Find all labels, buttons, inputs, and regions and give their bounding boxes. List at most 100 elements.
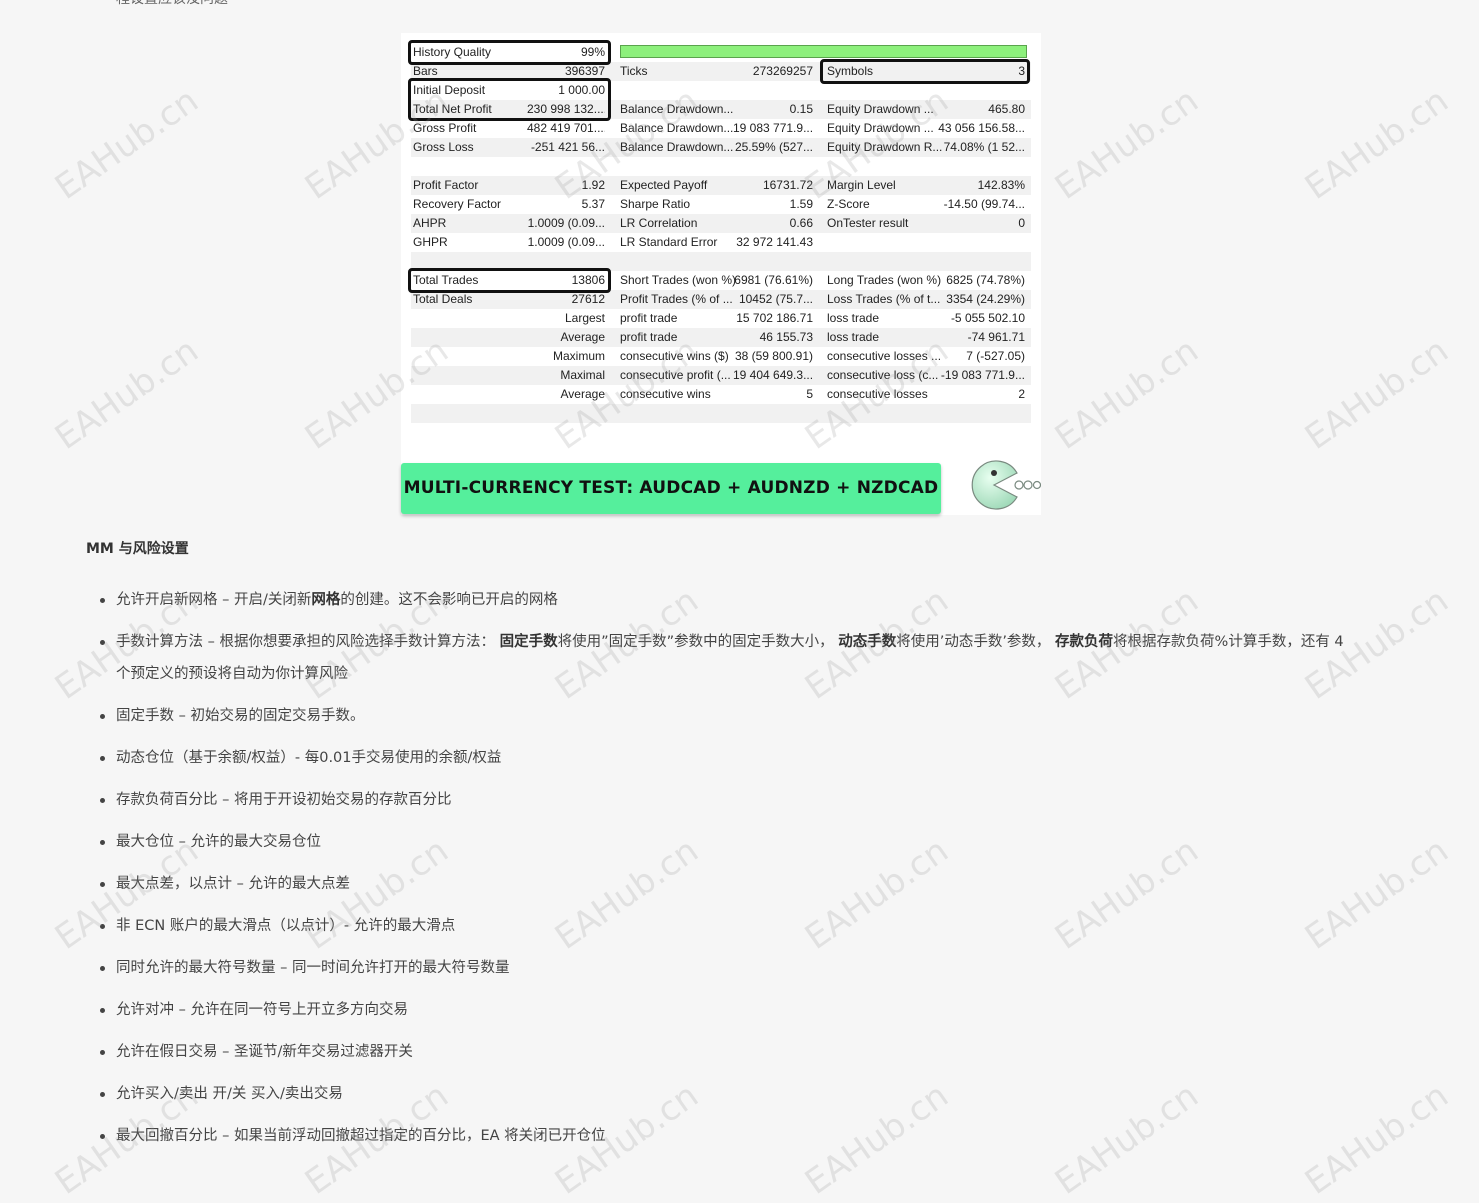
report-cell: 19 404 649.3...	[733, 368, 813, 382]
report-cell: Equity Drawdown R...	[827, 140, 943, 154]
bullet-dot-icon	[100, 924, 105, 929]
list-item-text: 将使用”固定手数”参数中的固定手数大小，	[557, 634, 839, 650]
list-item-text: 允许对冲 – 允许在同一符号上开立多方向交易	[116, 1002, 408, 1018]
list-item: 最大点差，以点计 – 允许的最大点差	[100, 868, 1356, 900]
report-cell: Margin Level	[827, 178, 896, 192]
list-item-text: 存款负荷百分比 – 将用于开设初始交易的存款百分比	[116, 792, 452, 808]
report-cell: 465.80	[988, 102, 1025, 116]
report-cell: Largest	[564, 311, 605, 325]
bullet-dot-icon	[100, 1134, 105, 1139]
list-item-text: 同时允许的最大符号数量 – 同一时间允许打开的最大符号数量	[116, 960, 510, 976]
report-cell: Equity Drawdown ...	[827, 121, 934, 135]
list-item: 允许在假日交易 – 圣诞节/新年交易过滤器开关	[100, 1036, 1356, 1068]
report-cell: Average	[560, 387, 605, 401]
report-cell: LR Correlation	[620, 216, 698, 230]
report-cell: 16731.72	[762, 178, 813, 192]
report-row: AHPR 1.0009 (0.09... LR Correlation 0.66 OnT…	[411, 214, 1031, 233]
highlight-deposit-profit	[408, 78, 611, 121]
list-item-text: 的创建。这不会影响已开启的网格	[340, 592, 558, 608]
report-row: Gross Loss -251 421 56... Balance Drawdown…	[411, 138, 1031, 157]
report-cell: 6825 (74.78%)	[946, 273, 1025, 287]
report-cell: 0	[1018, 216, 1025, 230]
list-item: 存款负荷百分比 – 将用于开设初始交易的存款百分比	[100, 784, 1356, 816]
report-cell: 43 056 156.58...	[938, 121, 1025, 135]
highlight-history-quality	[408, 40, 611, 65]
report-cell: loss trade	[827, 330, 880, 344]
list-item: 允许买入/卖出 开/关 买入/卖出交易	[100, 1078, 1356, 1110]
list-item-text: 将使用’动态手数’参数，	[896, 634, 1056, 650]
report-cell: 15 702 186.71	[736, 311, 813, 325]
report-cell: 1.0009 (0.09...	[527, 235, 605, 249]
report-row: Recovery Factor 5.37 Sharpe Ratio 1.59 Z-Sco…	[411, 195, 1031, 214]
watermark-text: EAHub.cn	[48, 80, 206, 208]
highlight-total-trades	[408, 268, 611, 293]
list-item-text: 最大回撤百分比 – 如果当前浮动回撤超过指定的百分比，EA 将关闭已开仓位	[116, 1128, 606, 1144]
report-cell: consecutive wins	[620, 387, 711, 401]
report-row: Gross Profit 482 419 701.... Balance Drawd…	[411, 119, 1031, 138]
report-row: Maximum consecutive wins ($) 38 (59 800.91…	[411, 347, 1031, 366]
bullet-dot-icon	[100, 798, 105, 803]
bullet-dot-icon	[100, 756, 105, 761]
report-cell: Loss Trades (% of t...	[827, 292, 941, 306]
report-cell: 2	[1018, 387, 1025, 401]
watermark-text: EAHub.cn	[1048, 330, 1206, 458]
list-item: 同时允许的最大符号数量 – 同一时间允许打开的最大符号数量	[100, 952, 1356, 984]
report-cell: Recovery Factor	[413, 197, 502, 211]
report-cell: consecutive losses ...	[827, 349, 942, 363]
pacman-logo-icon	[971, 460, 1041, 510]
report-cell: 482 419 701....	[527, 121, 605, 135]
report-row: GHPR 1.0009 (0.09... LR Standard Error 32 9…	[411, 233, 1031, 252]
report-cell: consecutive wins ($)	[620, 349, 729, 363]
report-cell: -5 055 502.10	[950, 311, 1025, 325]
report-cell: 7 (-527.05)	[966, 349, 1025, 363]
report-cell: consecutive loss (c...	[827, 368, 939, 382]
report-cell: 0.15	[789, 102, 813, 116]
report-cell: Long Trades (won %)	[827, 273, 942, 287]
report-cell: 3354 (24.29%)	[946, 292, 1025, 306]
top-text-fragment: 程设置应该没问题	[116, 0, 228, 8]
report-row: Profit Factor 1.92 Expected Payoff 16731.72…	[411, 176, 1031, 195]
report-cell: -74 961.71	[967, 330, 1025, 344]
list-item-text: 允许在假日交易 – 圣诞节/新年交易过滤器开关	[116, 1044, 413, 1060]
list-item: 固定手数 – 初始交易的固定交易手数。	[100, 700, 1356, 732]
report-cell: OnTester result	[827, 216, 909, 230]
report-cell: -251 421 56...	[530, 140, 605, 154]
bullet-dot-icon	[100, 1050, 105, 1055]
report-cell: Expected Payoff	[620, 178, 708, 192]
bullet-dot-icon	[100, 1092, 105, 1097]
report-cell: AHPR	[413, 216, 447, 230]
list-item: 最大回撤百分比 – 如果当前浮动回撤超过指定的百分比，EA 将关闭已开仓位	[100, 1120, 1356, 1152]
watermark-text: EAHub.cn	[48, 330, 206, 458]
list-item-text: 手数计算方法 – 根据你想要承担的风险选择手数计算方法：	[116, 634, 500, 650]
list-item: 非 ECN 账户的最大滑点（以点计）- 允许的最大滑点	[100, 910, 1356, 942]
report-cell: Equity Drawdown ...	[827, 102, 934, 116]
report-cell: consecutive losses	[827, 387, 928, 401]
report-cell: consecutive profit (...	[620, 368, 731, 382]
report-row: Average profit trade 46 155.73 loss trade -7…	[411, 328, 1031, 347]
report-cell: 6981 (76.61%)	[734, 273, 813, 287]
report-cell: Average	[560, 330, 605, 344]
list-item: 允许开启新网格 – 开启/关闭新网格的创建。这不会影响已开启的网格	[100, 584, 1356, 616]
bullet-dot-icon	[100, 640, 105, 645]
multi-currency-banner: MULTI-CURRENCY TEST: AUDCAD + AUDNZD + N…	[401, 463, 941, 514]
bold-term: 固定手数	[499, 634, 558, 650]
list-item-text: 固定手数 – 初始交易的固定交易手数。	[116, 708, 365, 724]
list-item-text: 非 ECN 账户的最大滑点（以点计）- 允许的最大滑点	[116, 918, 456, 934]
bullet-dot-icon	[100, 598, 105, 603]
bullet-dot-icon	[100, 840, 105, 845]
report-cell: Profit Factor	[413, 178, 479, 192]
bullet-dot-icon	[100, 1008, 105, 1013]
report-cell: 25.59% (527...	[734, 140, 813, 154]
report-row	[411, 404, 1031, 423]
report-cell: Balance Drawdown...	[620, 140, 734, 154]
report-cell: 19 083 771.9...	[733, 121, 813, 135]
report-cell: 142.83%	[977, 178, 1025, 192]
report-cell: Short Trades (won %)	[620, 273, 737, 287]
report-cell: Profit Trades (% of ...	[620, 292, 733, 306]
list-item-text: 最大点差，以点计 – 允许的最大点差	[116, 876, 350, 892]
report-cell: 0.66	[789, 216, 813, 230]
report-cell: -14.50 (99.74...	[943, 197, 1025, 211]
list-item: 动态仓位（基于余额/权益）- 每0.01手交易使用的余额/权益	[100, 742, 1356, 774]
report-row: Maximal consecutive profit (... 19 404 649…	[411, 366, 1031, 385]
report-cell: 1.92	[581, 178, 605, 192]
